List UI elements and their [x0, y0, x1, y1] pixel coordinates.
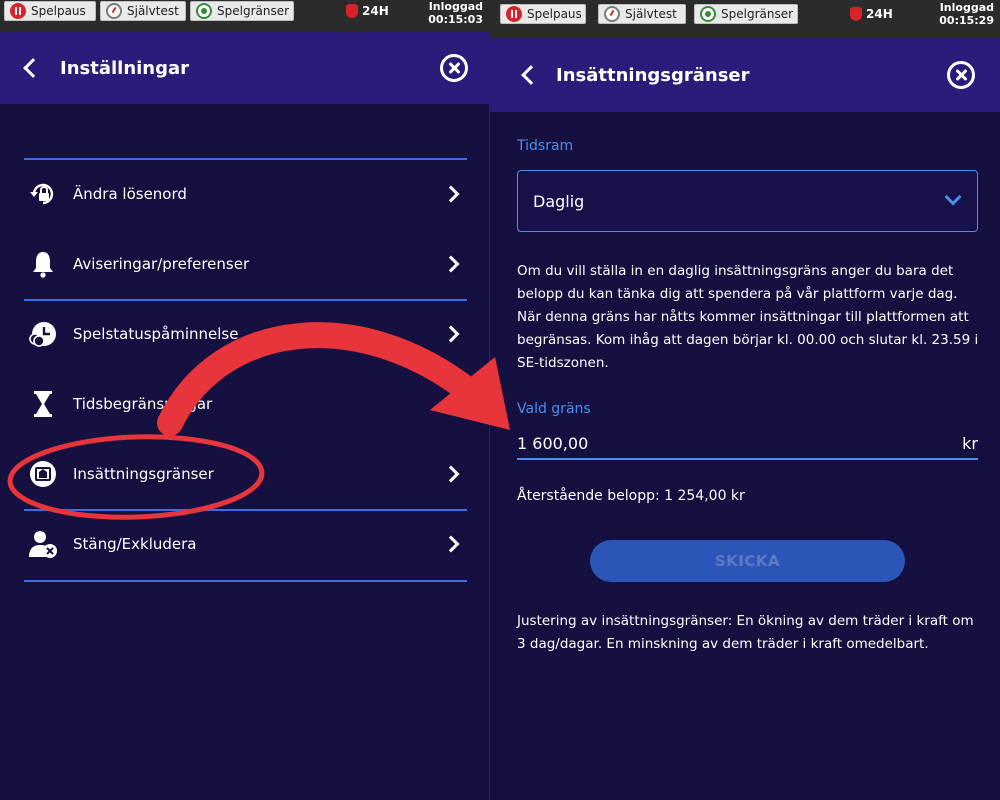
chevron-right-icon — [442, 255, 460, 273]
top-status-bar: Spelpaus Självtest Spelgränser 24H Inlog… — [490, 0, 1000, 38]
menu-item-game-status-reminder[interactable]: Spelstatuspåminnelse — [24, 305, 467, 363]
menu-label: Insättningsgränser — [73, 465, 214, 483]
menu-item-close-exclude[interactable]: Stäng/Exkludera — [24, 515, 467, 573]
game-pause-label: Spelpaus — [527, 7, 582, 21]
limit-amount-input[interactable]: 1 600,00 kr — [517, 432, 978, 460]
limit-label: Vald gräns — [517, 401, 591, 417]
game-limits-label: Spelgränser — [721, 7, 794, 21]
timeframe-label: Tidsram — [517, 138, 574, 154]
remaining-amount: Återstående belopp: 1 254,00 kr — [517, 488, 745, 504]
deposit-icon — [30, 461, 56, 487]
game-limits-button[interactable]: Spelgränser — [190, 1, 294, 21]
login-time: 00:15:03 — [428, 13, 483, 26]
chevron-right-icon — [442, 535, 460, 553]
lock-rotate-icon — [30, 183, 54, 205]
menu-label: Ändra lösenord — [73, 185, 187, 203]
deposit-limits-header: Insättningsgränser — [490, 38, 1000, 112]
back-icon[interactable] — [23, 58, 43, 78]
close-icon[interactable] — [440, 54, 468, 82]
hourglass-icon — [34, 391, 52, 417]
pause-icon — [10, 3, 26, 19]
timer-24h-badge[interactable]: 24H — [346, 2, 389, 22]
menu-item-notifications[interactable]: Aviseringar/preferenser — [24, 235, 467, 293]
pause-icon — [506, 6, 522, 22]
timer-24h-badge[interactable]: 24H — [850, 5, 893, 25]
menu-item-deposit-limits[interactable]: Insättningsgränser — [24, 445, 467, 503]
submit-button[interactable]: SKICKA — [590, 540, 905, 582]
close-icon[interactable] — [947, 61, 975, 89]
game-pause-button[interactable]: Spelpaus — [500, 4, 586, 24]
timer-24h-label: 24H — [362, 4, 389, 18]
page-title: Inställningar — [60, 57, 190, 79]
menu-label: Tidsbegränsningar — [73, 395, 213, 413]
game-pause-label: Spelpaus — [31, 4, 86, 18]
menu-item-time-limits[interactable]: Tidsbegränsningar — [24, 375, 467, 433]
stop-hand-icon — [346, 4, 358, 18]
chevron-right-icon — [442, 465, 460, 483]
page-title: Insättningsgränser — [556, 64, 750, 86]
self-test-label: Självtest — [127, 4, 179, 18]
login-clock: Inloggad 00:15:29 — [939, 1, 994, 27]
user-exclude-icon — [29, 531, 57, 558]
chevron-down-icon — [944, 188, 962, 206]
menu-label: Stäng/Exkludera — [73, 535, 197, 553]
chevron-right-icon — [442, 325, 460, 343]
login-label: Inloggad — [428, 0, 483, 13]
chevron-right-icon — [442, 185, 460, 203]
login-clock: Inloggad 00:15:03 — [428, 0, 483, 26]
clock-chips-icon — [29, 322, 56, 347]
limits-icon — [196, 3, 212, 19]
gauge-icon — [604, 6, 620, 22]
self-test-button[interactable]: Självtest — [598, 4, 686, 24]
settings-header: Inställningar — [0, 32, 489, 104]
gauge-icon — [106, 3, 122, 19]
chevron-right-icon — [442, 395, 460, 413]
limits-icon — [700, 6, 716, 22]
menu-divider — [24, 580, 467, 582]
self-test-label: Självtest — [625, 7, 677, 21]
top-status-bar: Spelpaus Självtest Spelgränser 24H Inlog… — [0, 0, 489, 32]
limit-amount-value: 1 600,00 — [517, 434, 589, 453]
game-limits-label: Spelgränser — [217, 4, 290, 18]
deposit-limits-screen: Spelpaus Självtest Spelgränser 24H Inlog… — [490, 0, 1000, 800]
login-time: 00:15:29 — [939, 14, 994, 27]
currency-unit: kr — [962, 434, 978, 453]
menu-item-change-password[interactable]: Ändra lösenord — [24, 165, 467, 223]
stop-hand-icon — [850, 7, 862, 21]
login-label: Inloggad — [939, 1, 994, 14]
settings-screen: Spelpaus Självtest Spelgränser 24H Inlog… — [0, 0, 489, 800]
game-pause-button[interactable]: Spelpaus — [4, 1, 96, 21]
menu-divider — [24, 299, 467, 301]
timeframe-description: Om du vill ställa in en daglig insättnin… — [517, 263, 979, 371]
timeframe-select[interactable]: Daglig — [517, 170, 978, 232]
menu-label: Spelstatuspåminnelse — [73, 325, 239, 343]
bell-icon — [33, 252, 53, 278]
game-limits-button[interactable]: Spelgränser — [694, 4, 798, 24]
menu-label: Aviseringar/preferenser — [73, 255, 250, 273]
adjustment-note: Justering av insättningsgränser: En ökni… — [517, 613, 974, 652]
self-test-button[interactable]: Självtest — [100, 1, 186, 21]
menu-divider — [24, 509, 467, 511]
timer-24h-label: 24H — [866, 7, 893, 21]
back-icon[interactable] — [521, 65, 541, 85]
menu-divider — [24, 158, 467, 160]
timeframe-value: Daglig — [533, 191, 585, 211]
